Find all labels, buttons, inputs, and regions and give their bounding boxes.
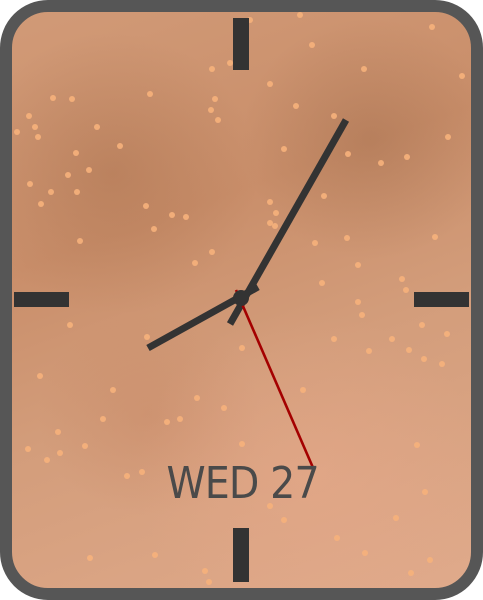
center-pin [233,290,249,306]
second-hand [234,289,316,471]
marker-12 [233,18,249,70]
date-display: WED 27 [166,458,320,509]
marker-3 [414,292,469,307]
marker-9 [14,292,69,307]
marker-6 [233,528,249,582]
watch-case: WED 27 [0,0,483,600]
